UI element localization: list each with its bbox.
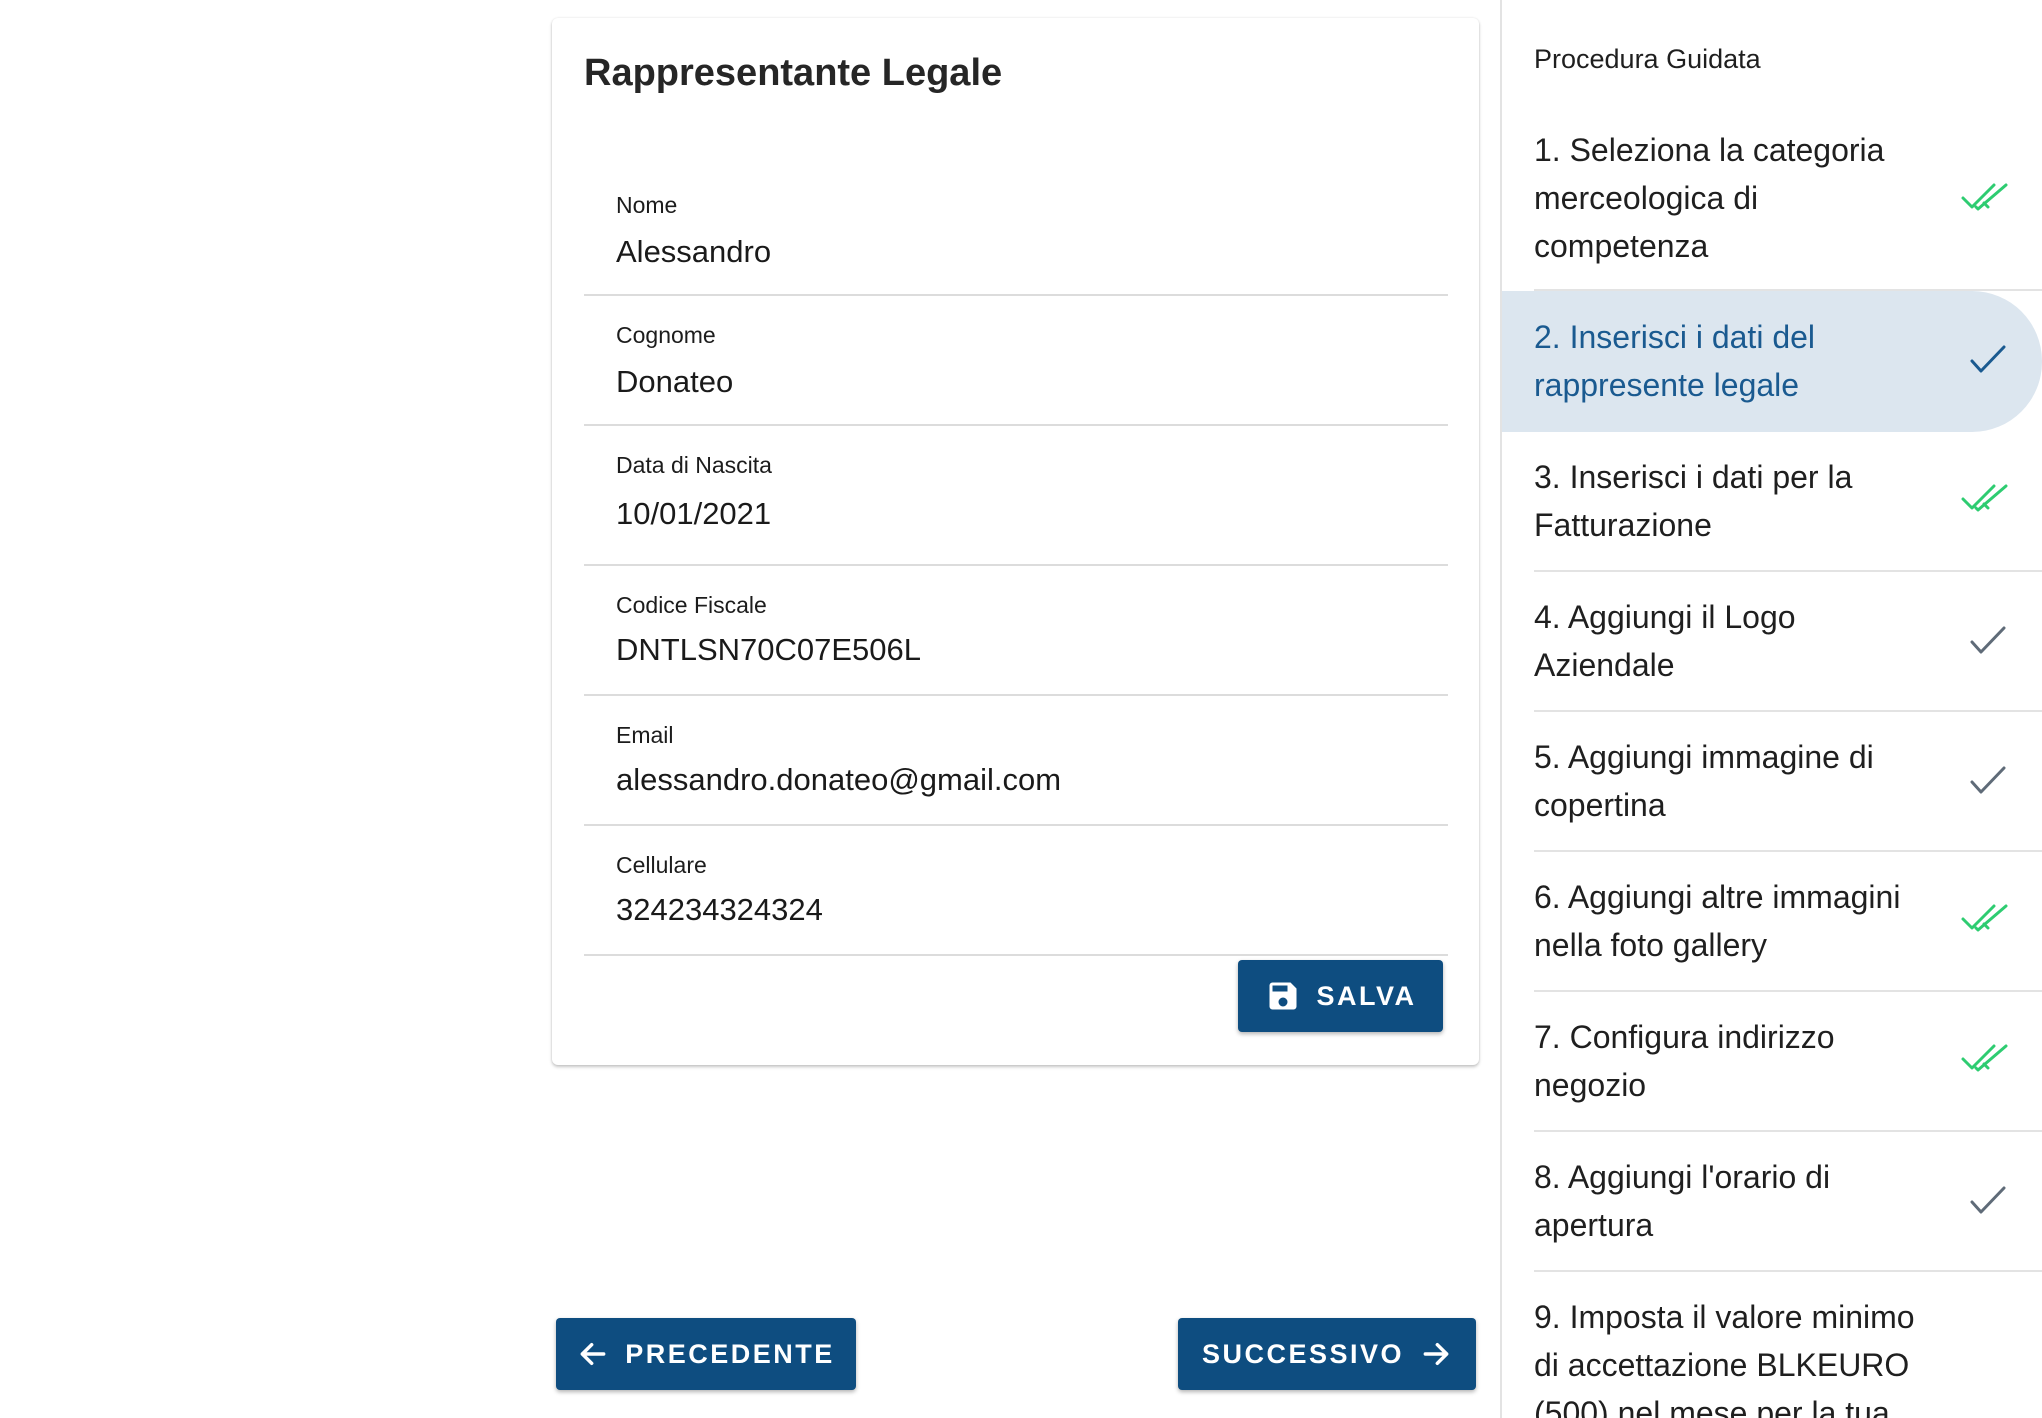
double-check-icon: [1960, 1042, 2010, 1078]
double-check-icon: [1960, 181, 2010, 217]
sidebar-heading: Procedura Guidata: [1534, 44, 1761, 74]
tax-code-value: DNTLSN70C07E506L: [616, 632, 922, 667]
step-item-5[interactable]: 5. Aggiungi immagine di copertina: [1502, 712, 2042, 852]
step-item-8[interactable]: 8. Aggiungi l'orario di apertura: [1502, 1132, 2042, 1272]
step-item-9[interactable]: 9. Imposta il valore minimo di accettazi…: [1502, 1272, 2042, 1418]
step-item-7[interactable]: 7. Configura indirizzo negozio: [1502, 992, 2042, 1132]
step-label-8: 8. Aggiungi l'orario di apertura: [1534, 1159, 1831, 1243]
name-field[interactable]: Nome Alessandro: [584, 138, 1448, 296]
save-button-label: SALVA: [1316, 980, 1417, 1011]
step-label-1: 1. Seleziona la categoria merceologica d…: [1534, 132, 1885, 264]
tax-code-field[interactable]: Codice Fiscale DNTLSN70C07E506L: [584, 566, 1448, 696]
surname-label: Cognome: [616, 322, 716, 348]
step-item-4[interactable]: 4. Aggiungi il Logo Aziendale: [1502, 572, 2042, 712]
next-button[interactable]: SUCCESSIVO: [1178, 1318, 1476, 1390]
step-label-5: 5. Aggiungi immagine di copertina: [1534, 739, 1874, 823]
step-label-7: 7. Configura indirizzo negozio: [1534, 1019, 1835, 1103]
step-item-6[interactable]: 6. Aggiungi altre immagini nella foto ga…: [1502, 852, 2042, 992]
surname-value: Donateo: [616, 364, 734, 399]
guided-procedure-sidebar: Procedura Guidata 1. Seleziona la catego…: [1500, 0, 2042, 1418]
step-item-1[interactable]: 1. Seleziona la categoria merceologica d…: [1502, 110, 2042, 291]
double-check-icon: [1960, 902, 2010, 938]
step-label-9: 9. Imposta il valore minimo di accettazi…: [1534, 1299, 1915, 1418]
name-label: Nome: [616, 192, 678, 218]
next-button-label: SUCCESSIVO: [1201, 1338, 1405, 1369]
name-value: Alessandro: [616, 234, 772, 269]
birth-date-field[interactable]: Data di Nascita 10/01/2021: [584, 426, 1448, 566]
save-button[interactable]: SALVA: [1238, 960, 1443, 1032]
step-label-2: 2. Inserisci i dati del rappresente lega…: [1534, 319, 1816, 403]
step-item-3[interactable]: 3. Inserisci i dati per la Fatturazione: [1502, 432, 2042, 572]
check-icon: [1960, 624, 2010, 660]
mobile-field[interactable]: Cellulare 324234324324: [584, 826, 1448, 956]
tax-code-label: Codice Fiscale: [616, 592, 767, 618]
check-icon: [1960, 343, 2010, 379]
email-label: Email: [616, 722, 674, 748]
birth-date-value: 10/01/2021: [616, 496, 772, 531]
previous-button[interactable]: PRECEDENTE: [556, 1318, 856, 1390]
card-title: Rappresentante Legale: [584, 52, 1003, 94]
step-item-2[interactable]: 2. Inserisci i dati del rappresente lega…: [1502, 291, 2042, 432]
check-icon: [1960, 1184, 2010, 1220]
double-check-icon: [1960, 482, 2010, 518]
step-label-4: 4. Aggiungi il Logo Aziendale: [1534, 599, 1796, 683]
previous-button-label: PRECEDENTE: [625, 1338, 835, 1369]
mobile-value: 324234324324: [616, 892, 823, 927]
birth-date-label: Data di Nascita: [616, 452, 772, 478]
arrow-left-icon: [577, 1338, 609, 1370]
mobile-label: Cellulare: [616, 852, 707, 878]
arrow-right-icon: [1420, 1338, 1452, 1370]
email-value: alessandro.donateo@gmail.com: [616, 762, 1062, 797]
step-label-3: 3. Inserisci i dati per la Fatturazione: [1534, 459, 1853, 543]
surname-field[interactable]: Cognome Donateo: [584, 296, 1448, 426]
step-label-6: 6. Aggiungi altre immagini nella foto ga…: [1534, 879, 1901, 963]
floppy-disk-icon: [1265, 977, 1301, 1015]
email-field[interactable]: Email alessandro.donateo@gmail.com: [584, 696, 1448, 826]
check-icon: [1960, 764, 2010, 800]
legal-representative-card: Rappresentante Legale Nome Alessandro Co…: [552, 18, 1479, 1065]
